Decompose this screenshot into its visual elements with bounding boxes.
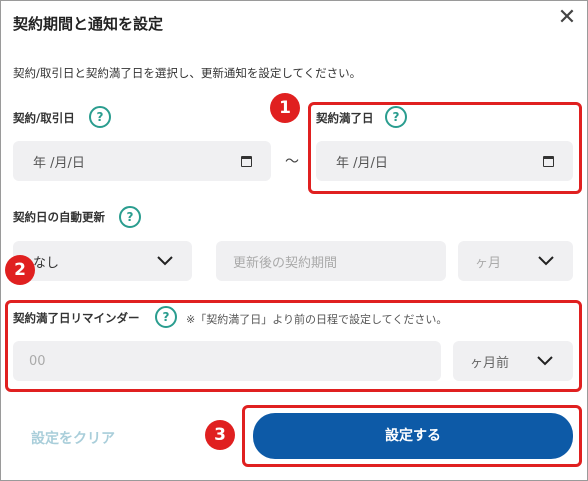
help-icon[interactable]: ? (119, 206, 141, 228)
calendar-icon[interactable] (241, 156, 252, 167)
contract-start-label: 契約/取引日 (13, 111, 75, 125)
annotation-box-2 (5, 300, 582, 392)
chevron-down-icon (157, 256, 173, 266)
close-button[interactable]: ✕ (552, 4, 582, 34)
contract-start-date-input[interactable]: 年 /月/日 (13, 141, 271, 181)
close-icon: ✕ (557, 5, 577, 30)
clear-settings-button[interactable]: 設定をクリア (31, 428, 115, 448)
dialog-description: 契約/取引日と契約満了日を選択し、更新通知を設定してください。 (13, 66, 362, 80)
auto-renewal-select[interactable]: なし (13, 241, 192, 281)
help-icon[interactable]: ? (89, 106, 111, 128)
annotation-badge-3: 3 (205, 420, 235, 450)
auto-renewal-select-value: なし (33, 255, 60, 271)
annotation-box-1 (308, 102, 582, 194)
chevron-down-icon (538, 256, 554, 266)
renewal-period-input[interactable]: 更新後の契約期間 (216, 241, 446, 281)
dialog-title: 契約期間と通知を設定 (13, 15, 164, 33)
renewal-period-placeholder: 更新後の契約期間 (233, 255, 338, 271)
annotation-badge-2: 2 (5, 255, 35, 285)
annotation-badge-1: 1 (270, 93, 300, 123)
auto-renewal-label: 契約日の自動更新 (13, 210, 105, 224)
range-separator: ～ (285, 154, 299, 170)
date-placeholder: 年 /月/日 (33, 155, 85, 171)
renewal-unit-value: ヶ月 (475, 255, 502, 271)
renewal-unit-select[interactable]: ヶ月 (458, 241, 573, 281)
annotation-box-3 (242, 405, 582, 467)
